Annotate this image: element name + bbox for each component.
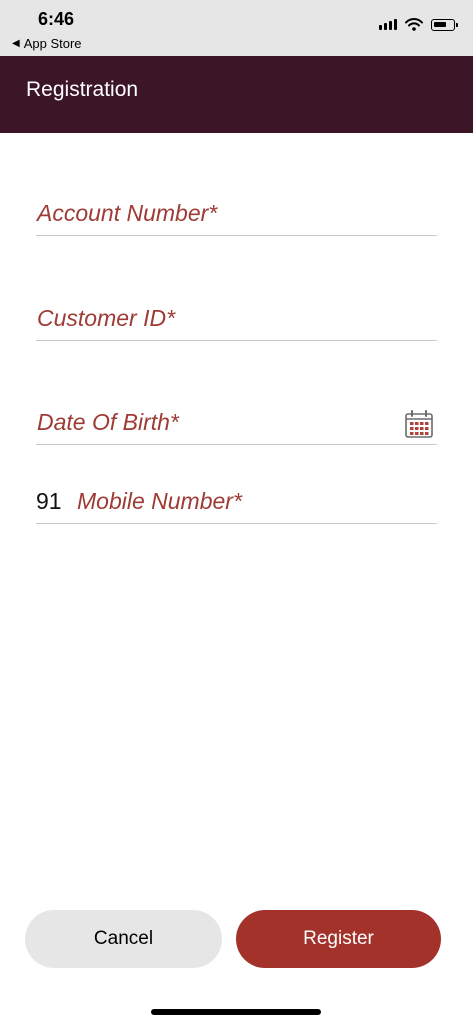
back-triangle-icon: ◀ bbox=[12, 38, 20, 49]
country-code-prefix: 91 bbox=[36, 488, 62, 514]
customer-id-field[interactable]: Customer ID* bbox=[36, 295, 437, 341]
date-of-birth-placeholder: Date Of Birth* bbox=[37, 409, 179, 435]
status-time: 6:46 bbox=[38, 9, 75, 29]
page-title: Registration bbox=[26, 78, 139, 101]
home-indicator[interactable] bbox=[151, 1009, 321, 1015]
account-number-field[interactable]: Account Number* bbox=[36, 190, 437, 236]
cellular-signal-icon bbox=[379, 19, 397, 30]
calendar-icon[interactable] bbox=[404, 409, 434, 439]
mobile-number-placeholder: Mobile Number* bbox=[77, 488, 242, 514]
wifi-icon bbox=[405, 18, 423, 31]
register-button-label: Register bbox=[303, 928, 374, 949]
mobile-number-field[interactable]: 91 Mobile Number* bbox=[36, 478, 437, 524]
cancel-button-label: Cancel bbox=[93, 928, 154, 949]
customer-id-placeholder: Customer ID* bbox=[37, 305, 176, 331]
status-bar: 6:46 ◀ App Store bbox=[0, 0, 473, 56]
cancel-button[interactable]: Cancel bbox=[25, 910, 222, 968]
account-number-placeholder: Account Number* bbox=[37, 200, 218, 226]
date-of-birth-field[interactable]: Date Of Birth* bbox=[36, 399, 437, 445]
back-app-label: App Store bbox=[23, 36, 82, 51]
back-to-app-store[interactable]: ◀ App Store bbox=[12, 36, 82, 51]
app-header: Registration bbox=[0, 56, 473, 133]
status-icons bbox=[379, 18, 458, 31]
battery-icon bbox=[431, 18, 458, 31]
register-button[interactable]: Register bbox=[236, 910, 441, 968]
